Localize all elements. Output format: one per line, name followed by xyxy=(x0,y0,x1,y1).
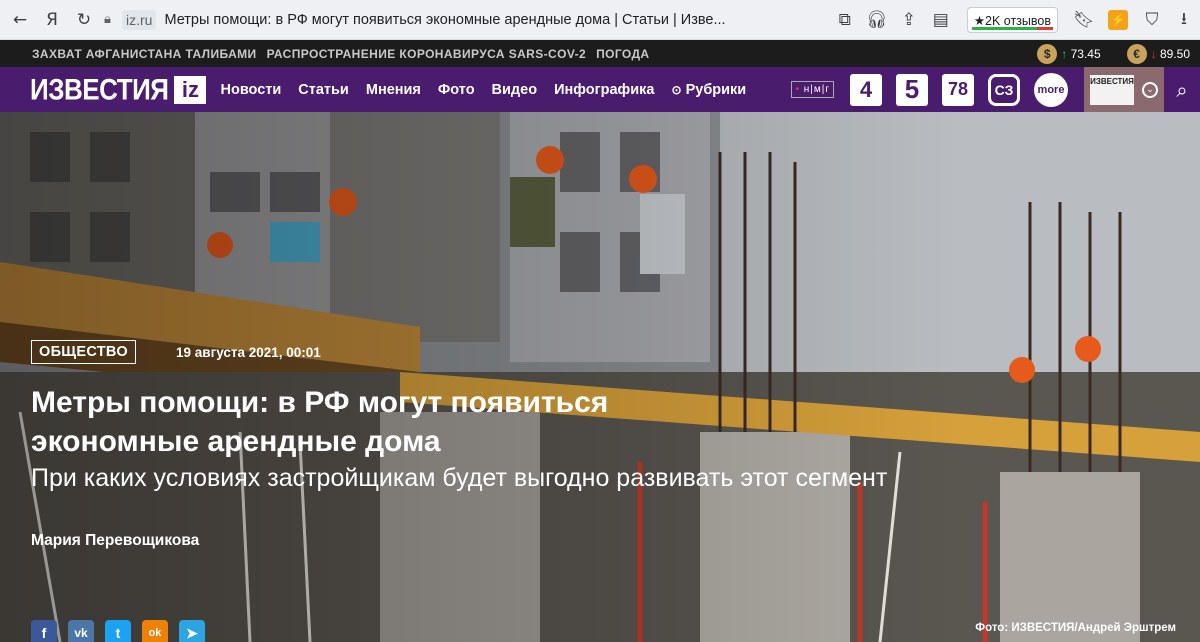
nav-rubrics-label: Рубрики xyxy=(685,81,747,98)
article-headline: Метры помощи: в РФ могут появиться эконо… xyxy=(31,383,791,461)
browser-toolbar: ← Я ↻ 🔒︎ iz.ru Метры помощи: в РФ могут … xyxy=(0,0,1200,40)
media-group: • н|м|г 4 5 78 СЗ more ИЗВЕСТИЯ ⌄ ⌕ xyxy=(791,67,1200,112)
yandex-icon[interactable]: Я xyxy=(36,0,68,40)
channel-4-icon[interactable]: 4 xyxy=(850,73,882,106)
usd-rate-value: 73.45 xyxy=(1070,46,1101,61)
chevron-down-icon: ⌄ xyxy=(1142,81,1158,98)
nav-menu: Новости Статьи Мнения Фото Видео Инфогра… xyxy=(220,82,763,98)
channel-78-icon[interactable]: 78 xyxy=(942,73,974,106)
vk-icon[interactable]: vk xyxy=(68,620,94,642)
publish-date: 19 августа 2021, 00:01 xyxy=(176,345,321,360)
rubric-tag[interactable]: ОБЩЕСТВО xyxy=(31,340,136,364)
newspaper-icon: ИЗВЕСТИЯ xyxy=(1090,74,1134,105)
headline-line-2: экономные арендные дома xyxy=(31,425,441,458)
article-author[interactable]: Мария Перевощикова xyxy=(31,532,199,550)
usd-rate: ↑ 73.45 xyxy=(1061,47,1100,61)
reader-icon[interactable]: ▤ xyxy=(925,0,957,40)
nav-video[interactable]: Видео xyxy=(492,82,538,98)
extension-icon[interactable]: ⚡ xyxy=(1108,10,1128,30)
ticker-link-1[interactable]: ЗАХВАТ АФГАНИСТАНА ТАЛИБАМИ xyxy=(32,47,257,61)
euro-icon: € xyxy=(1126,43,1147,64)
share-icon[interactable]: ⇪ xyxy=(893,0,925,40)
share-buttons: f vk t ok ➤ xyxy=(31,620,216,642)
logo[interactable]: ИЗВЕСТИЯ xyxy=(30,72,169,108)
ticker-link-3[interactable]: ПОГОДА xyxy=(596,47,649,61)
nav-opinions[interactable]: Мнения xyxy=(366,82,421,98)
bookmark-icon[interactable]: 🔖︎ xyxy=(1068,0,1100,40)
address-bar[interactable]: 🔒︎ iz.ru Метры помощи: в РФ могут появит… xyxy=(104,6,764,34)
dollar-icon: $ xyxy=(1037,43,1058,64)
hero-image: ОБЩЕСТВО 19 августа 2021, 00:01 Метры по… xyxy=(0,112,1200,642)
down-arrow-icon: ↓ xyxy=(1150,46,1157,61)
chevron-down-icon: ⊙ xyxy=(671,82,682,97)
search-icon[interactable]: ⌕ xyxy=(1164,67,1200,112)
nmg-label: н|м|г xyxy=(803,84,830,95)
nav-news[interactable]: Новости xyxy=(220,82,281,98)
eur-rate: ↓ 89.50 xyxy=(1151,47,1190,61)
ticker-link-2[interactable]: РАСПРОСТРАНЕНИЕ КОРОНАВИРУСА SARS-COV-2 xyxy=(267,47,587,61)
hero-shade xyxy=(0,112,1200,642)
nmg-logo[interactable]: • н|м|г xyxy=(791,81,834,98)
article-subheadline: При каких условиях застройщикам будет вы… xyxy=(31,464,888,492)
reload-icon[interactable]: ↻ xyxy=(68,0,100,40)
page-title: Метры помощи: в РФ могут появиться эконо… xyxy=(164,11,726,28)
top-ticker: ЗАХВАТ АФГАНИСТАНА ТАЛИБАМИ РАСПРОСТРАНЕ… xyxy=(0,40,1200,67)
photo-credit: Фото: ИЗВЕСТИЯ/Андрей Эрштрем xyxy=(975,622,1176,634)
eur-rate-value: 89.50 xyxy=(1159,46,1190,61)
nav-infographics[interactable]: Инфографика xyxy=(554,82,654,98)
reviews-label: ★2K отзывов xyxy=(973,13,1051,28)
facebook-icon[interactable]: f xyxy=(31,620,57,642)
reviews-badge[interactable]: ★2K отзывов xyxy=(966,7,1058,33)
nav-rubrics[interactable]: ⊙ Рубрики xyxy=(671,82,746,98)
up-arrow-icon: ↑ xyxy=(1061,46,1068,61)
tabs-icon[interactable]: ⧉ xyxy=(829,0,861,40)
currency-rates: $ ↑ 73.45 € ↓ 89.50 xyxy=(1037,40,1190,67)
twitter-icon[interactable]: t xyxy=(105,620,131,642)
channel-sz-icon[interactable]: СЗ xyxy=(988,73,1020,106)
domain-chip[interactable]: iz.ru xyxy=(122,9,157,30)
main-nav: ИЗВЕСТИЯ iz Новости Статьи Мнения Фото В… xyxy=(0,67,1200,112)
rating-bar xyxy=(971,27,1053,30)
headphones-icon[interactable]: 🎧︎ xyxy=(861,0,893,40)
ok-icon[interactable]: ok xyxy=(142,620,168,642)
newspaper-button[interactable]: ИЗВЕСТИЯ ⌄ xyxy=(1084,67,1164,112)
telegram-icon[interactable]: ➤ xyxy=(179,620,205,642)
nav-articles[interactable]: Статьи xyxy=(298,82,349,98)
nav-photo[interactable]: Фото xyxy=(438,82,475,98)
headline-line-1: Метры помощи: в РФ могут появиться xyxy=(31,386,609,419)
lock-icon[interactable]: 🔒︎ xyxy=(104,12,122,27)
download-icon[interactable]: ⭳ xyxy=(1168,0,1200,40)
shield-icon[interactable]: ⛉ xyxy=(1136,0,1168,40)
back-icon[interactable]: ← xyxy=(4,0,36,40)
channel-5-icon[interactable]: 5 xyxy=(896,73,928,106)
more-tv-icon[interactable]: more xyxy=(1034,72,1068,107)
logo-iz[interactable]: iz xyxy=(174,75,207,104)
